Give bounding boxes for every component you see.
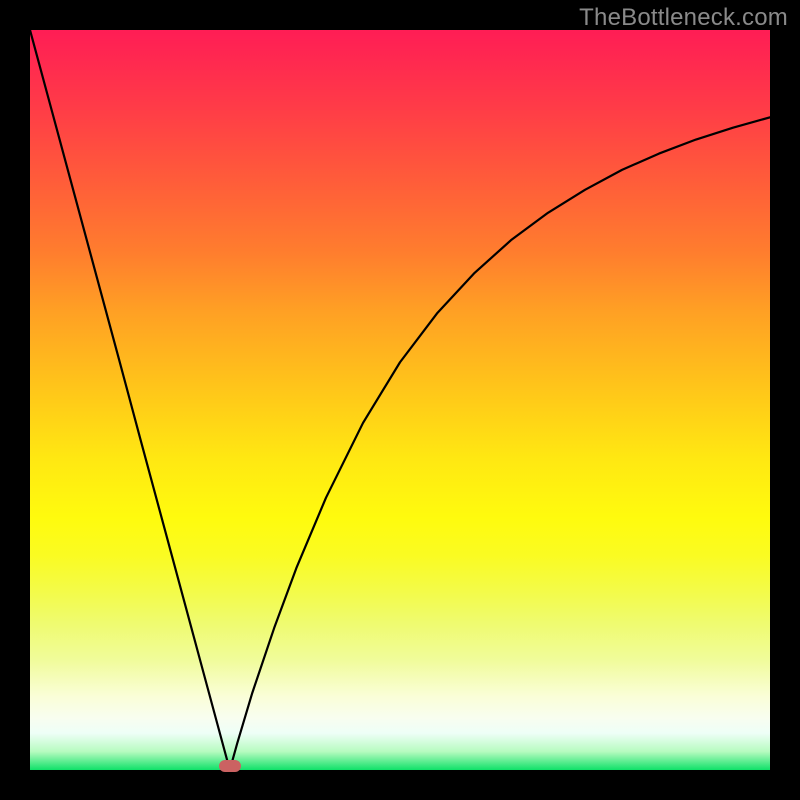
optimum-marker — [219, 760, 241, 772]
curve-svg — [30, 30, 770, 770]
watermark-text: TheBottleneck.com — [579, 4, 788, 32]
plot-area — [30, 30, 770, 770]
bottleneck-curve — [30, 30, 770, 770]
chart-frame: TheBottleneck.com — [0, 0, 800, 800]
